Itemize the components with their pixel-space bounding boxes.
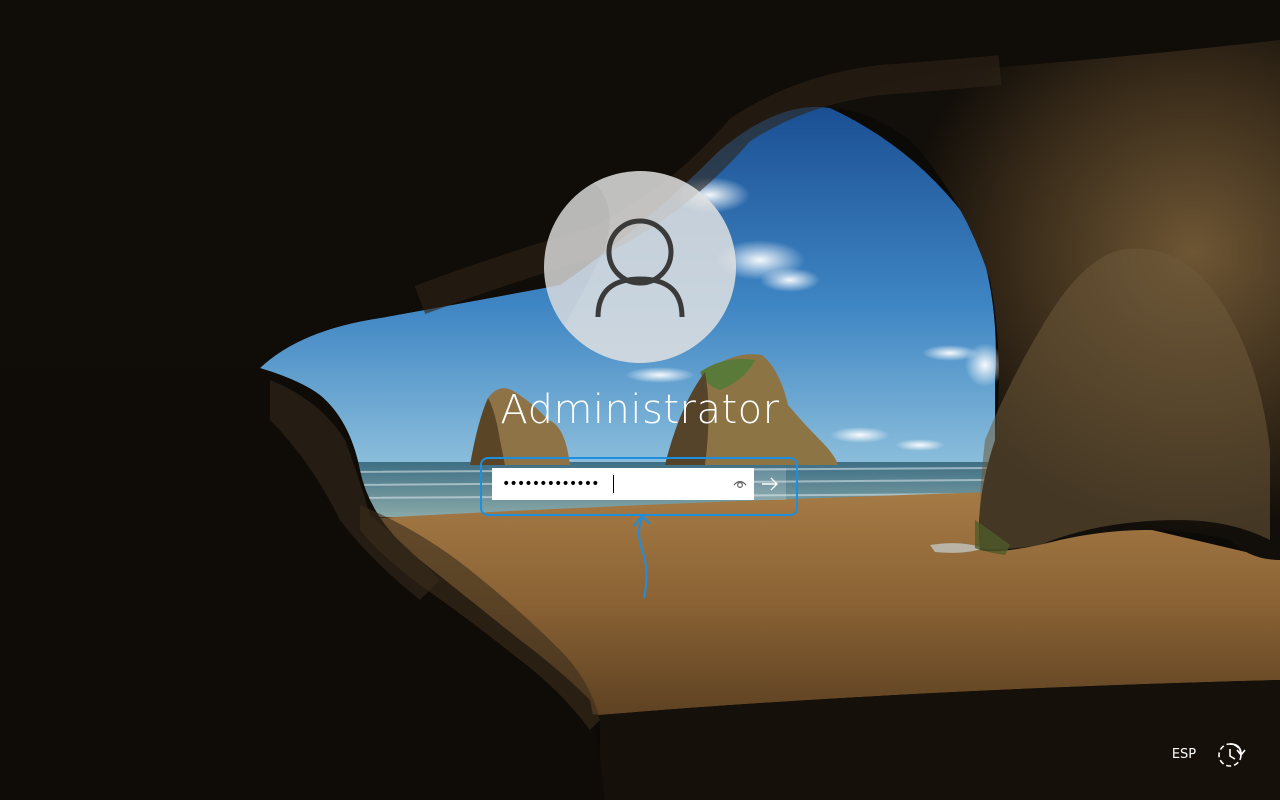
ease-of-access-icon[interactable]	[1214, 738, 1248, 772]
password-field[interactable]	[492, 468, 754, 500]
arrow-right-icon	[762, 477, 778, 491]
password-input[interactable]	[494, 470, 724, 498]
text-caret	[613, 475, 614, 493]
username-label: Administrator	[500, 387, 780, 433]
language-indicator[interactable]: ESP	[1166, 744, 1202, 766]
submit-button[interactable]	[754, 468, 786, 500]
user-avatar	[544, 171, 736, 363]
user-silhouette-icon	[544, 171, 736, 363]
windows-lock-screen: Administrator ESP	[0, 0, 1280, 800]
eye-icon[interactable]	[732, 477, 748, 491]
